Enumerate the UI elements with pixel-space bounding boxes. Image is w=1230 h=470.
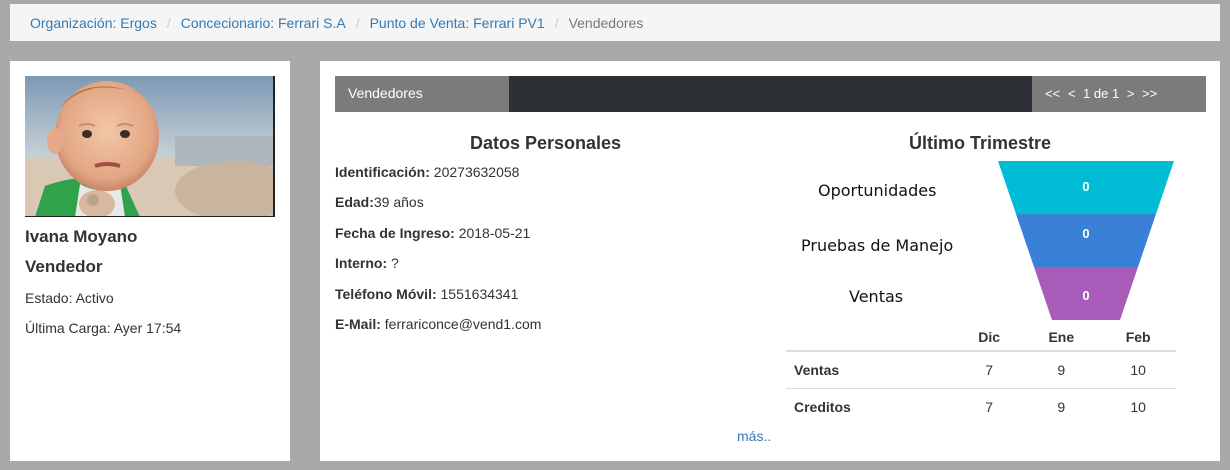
field-value: 2018-05-21 <box>454 225 531 241</box>
funnel-label-opportunities: Oportunidades <box>818 181 937 200</box>
table-cell: 9 <box>1022 350 1101 389</box>
row-label: Creditos <box>786 388 956 425</box>
field-label: Teléfono Móvil: <box>335 286 437 302</box>
column-header: Dic <box>956 324 1023 352</box>
prev-page-button[interactable]: < <box>1068 86 1076 101</box>
table-cell: 10 <box>1100 350 1176 389</box>
field-extension: Interno: ? <box>335 255 399 271</box>
panel-title: Vendedores <box>335 76 509 112</box>
breadcrumb-point-of-sale[interactable]: Punto de Venta: Ferrari PV1 <box>370 15 545 31</box>
last-page-button[interactable]: >> <box>1142 86 1157 101</box>
column-header: Feb <box>1100 324 1176 352</box>
table-cell: 7 <box>956 350 1023 389</box>
funnel-value-sales: 0 <box>1082 288 1089 303</box>
field-age: Edad:39 años <box>335 194 424 210</box>
breadcrumb-separator: / <box>554 14 559 31</box>
seller-role: Vendedor <box>25 257 103 276</box>
panel-header: Vendedores << < 1 de 1 > >> <box>335 76 1206 112</box>
field-hire-date: Fecha de Ingreso: 2018-05-21 <box>335 225 530 241</box>
personal-data-title: Datos Personales <box>470 133 622 153</box>
column-header: Ene <box>1022 324 1101 352</box>
breadcrumb-separator: / <box>166 14 171 31</box>
funnel-value-test-drives: 0 <box>1082 226 1089 241</box>
field-value: 1551634341 <box>436 286 519 302</box>
table-row: Ventas 7 9 10 <box>786 350 1176 389</box>
field-email: E-Mail: ferrariconce@vend1.com <box>335 316 541 332</box>
table-row: Creditos 7 9 10 <box>786 388 1176 425</box>
field-value: ferrariconce@vend1.com <box>380 316 542 332</box>
seller-name: Ivana Moyano <box>25 227 138 246</box>
first-page-button[interactable]: << <box>1045 86 1060 101</box>
breadcrumb: Organización: Ergos / Concecionario: Fer… <box>10 4 1220 41</box>
funnel-value-opportunities: 0 <box>1082 179 1089 194</box>
sales-funnel: 0 0 0 <box>998 161 1174 320</box>
table-cell: 9 <box>1022 388 1101 425</box>
field-label: E-Mail: <box>335 316 381 332</box>
breadcrumb-organization[interactable]: Organización: Ergos <box>30 15 157 31</box>
last-quarter-title: Último Trimestre <box>909 133 1052 153</box>
avatar <box>25 76 275 217</box>
row-label: Ventas <box>786 350 956 389</box>
funnel-label-test-drives: Pruebas de Manejo <box>801 236 954 255</box>
profile-card: Ivana Moyano Vendedor Estado: Activo Últ… <box>10 61 290 461</box>
breadcrumb-current: Vendedores <box>568 14 644 31</box>
table-cell: 7 <box>956 388 1023 425</box>
page-indicator: 1 de 1 <box>1083 86 1120 101</box>
table-header-empty <box>786 324 956 352</box>
field-label: Identificación: <box>335 164 430 180</box>
quarter-stats-table: Dic Ene Feb Ventas 7 9 10 Creditos 7 9 1… <box>786 324 1176 425</box>
seller-status: Estado: Activo <box>25 290 114 306</box>
field-label: Fecha de Ingreso: <box>335 225 455 241</box>
breadcrumb-separator: / <box>355 14 360 31</box>
funnel-label-sales: Ventas <box>849 287 904 306</box>
field-value: 20273632058 <box>429 164 520 180</box>
field-value: ? <box>387 255 399 271</box>
table-cell: 10 <box>1100 388 1176 425</box>
seller-details-card: Vendedores << < 1 de 1 > >> Datos Person… <box>320 61 1220 461</box>
pager: << < 1 de 1 > >> <box>1032 76 1206 112</box>
field-mobile-phone: Teléfono Móvil: 1551634341 <box>335 286 518 302</box>
field-label: Edad: <box>335 194 374 210</box>
next-page-button[interactable]: > <box>1127 86 1135 101</box>
more-link[interactable]: más.. <box>737 428 771 444</box>
avatar-photo <box>25 76 273 216</box>
breadcrumb-dealer[interactable]: Concecionario: Ferrari S.A <box>181 15 346 31</box>
field-label: Interno: <box>335 255 388 271</box>
table-header-row: Dic Ene Feb <box>786 324 1176 352</box>
last-load: Última Carga: Ayer 17:54 <box>25 320 182 336</box>
field-identification: Identificación: 20273632058 <box>335 164 519 180</box>
field-value: 39 años <box>373 194 424 210</box>
